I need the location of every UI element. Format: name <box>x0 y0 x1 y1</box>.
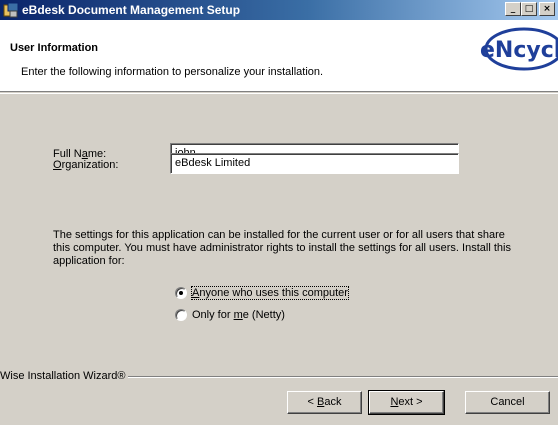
page-title: User Information <box>10 42 99 54</box>
close-icon: × <box>543 4 551 14</box>
header-divider <box>0 93 558 94</box>
back-button[interactable]: < Back <box>287 391 362 414</box>
radio-selected-icon[interactable] <box>175 287 187 299</box>
next-button[interactable]: Next > <box>368 390 445 415</box>
title-bar[interactable]: eBdesk Document Management Setup _ □ × <box>0 0 558 20</box>
header-banner: User Information Enter the following inf… <box>0 20 558 92</box>
radio-anyone-label: Anyone who uses this computer <box>191 286 349 300</box>
minimize-icon: _ <box>510 4 516 14</box>
maximize-button[interactable]: □ <box>521 2 537 16</box>
radio-only-me-label: Only for me (Netty) <box>192 309 285 321</box>
organization-label: Organization: <box>53 159 119 171</box>
window-title: eBdesk Document Management Setup <box>22 3 241 17</box>
install-scope-description: The settings for this application can be… <box>53 229 511 267</box>
maximize-icon: □ <box>524 4 534 14</box>
close-button[interactable]: × <box>539 2 555 16</box>
page-subtitle: Enter the following information to perso… <box>21 66 324 78</box>
cancel-button[interactable]: Cancel <box>465 391 550 414</box>
organization-value: eBdesk Limited <box>175 157 251 169</box>
organization-input-field[interactable]: eBdesk Limited <box>170 153 459 174</box>
setup-app-icon <box>3 2 19 18</box>
logo-text: eNcyclo <box>480 38 558 63</box>
wizard-branding: Wise Installation Wizard® <box>0 370 129 382</box>
encyclo-logo: eNcyclo <box>480 27 558 71</box>
radio-unselected-icon[interactable] <box>175 309 187 321</box>
minimize-button[interactable]: _ <box>505 2 521 16</box>
